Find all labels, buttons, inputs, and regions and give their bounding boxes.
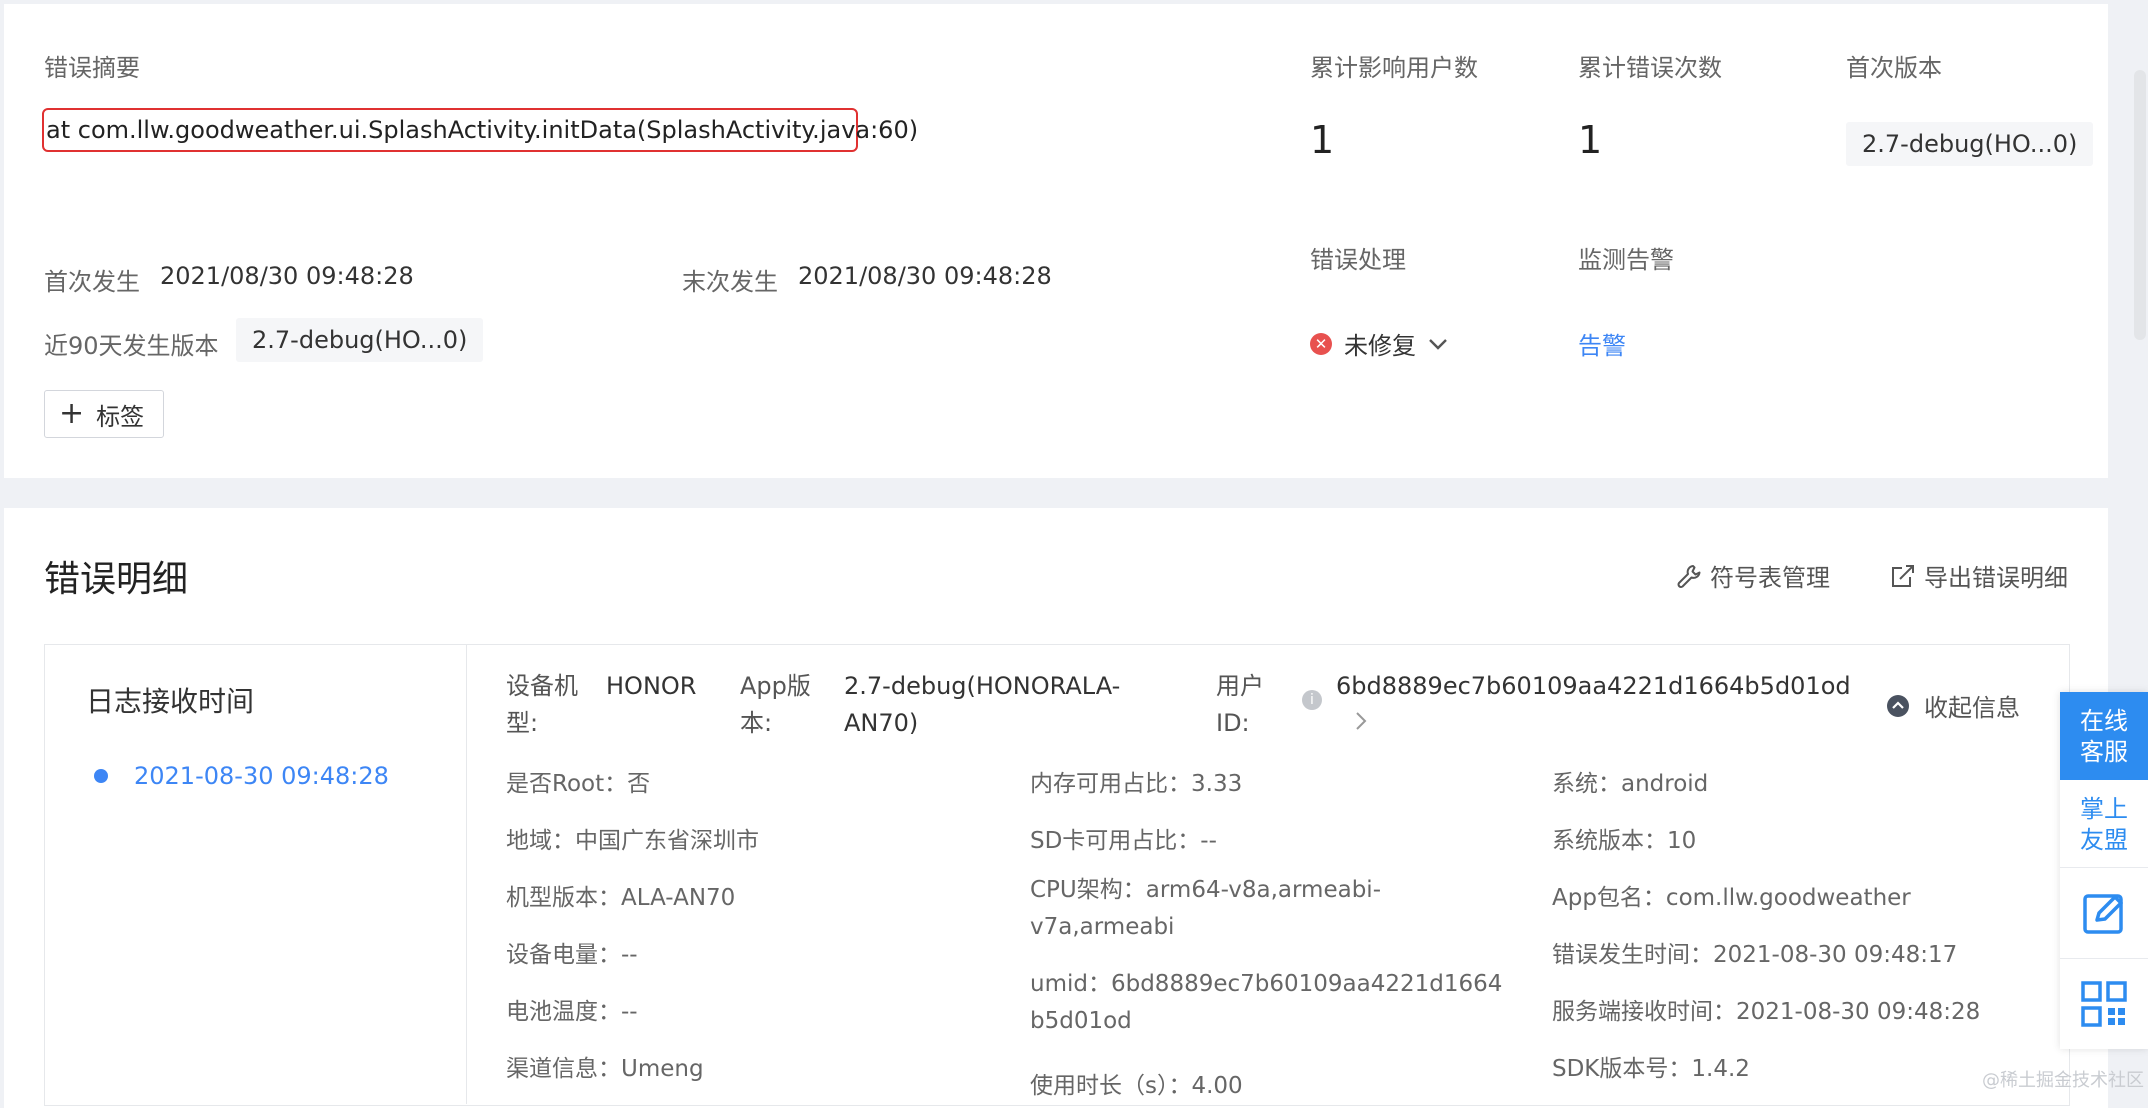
export-label: 导出错误明细 <box>1924 564 2068 592</box>
info-battery-temp: 电池温度：-- <box>506 999 638 1025</box>
last-occurrence-label: 末次发生 <box>682 268 778 296</box>
info-cpu-arch: CPU架构：arm64-v8a,armeabi-v7a,armeabi <box>1030 877 1381 940</box>
user-id-label: 用户ID: <box>1216 672 1264 737</box>
collapse-info-button[interactable]: 收起信息 <box>1886 688 2020 723</box>
plus-icon: + <box>59 396 85 431</box>
first-version-value: 2.7-debug(HO...0) <box>1846 122 2094 166</box>
info-usage-duration: 使用时长（s）：4.00 <box>1030 1073 1243 1099</box>
error-count-label: 累计错误次数 <box>1578 54 1722 82</box>
info-server-time: 服务端接收时间：2021-08-30 09:48:28 <box>1552 999 1981 1025</box>
export-icon <box>1892 564 1914 587</box>
first-occurrence-label: 首次发生 <box>44 268 140 296</box>
error-count-value: 1 <box>1578 118 1603 162</box>
floating-toolbar: 在线客服 掌上友盟 <box>2060 692 2148 1049</box>
add-tag-button[interactable]: + 标签 <box>44 390 164 438</box>
alert-link[interactable]: 告警 <box>1578 326 1626 361</box>
first-occurrence-value: 2021/08/30 09:48:28 <box>160 262 414 290</box>
error-summary-text[interactable]: at com.llw.goodweather.ui.SplashActivity… <box>42 108 918 152</box>
affected-users-value: 1 <box>1310 118 1335 162</box>
user-id-value: 6bd8889ec7b60109aa4221d1664b5d01od <box>1336 672 1851 700</box>
details-title: 错误明细 <box>44 559 189 600</box>
versions-value: 2.7-debug(HO...0) <box>236 318 484 362</box>
collapse-info-label: 收起信息 <box>1924 694 2020 722</box>
last-occurrence-value: 2021/08/30 09:48:28 <box>798 262 1052 290</box>
affected-users-label: 累计影响用户数 <box>1310 54 1478 82</box>
info-umid: umid：6bd8889ec7b60109aa4221d1664b5d01od <box>1030 971 1503 1034</box>
chevron-down-icon <box>1429 338 1447 350</box>
info-battery-level: 设备电量：-- <box>506 942 638 968</box>
alert-label: 监测告警 <box>1578 246 1674 274</box>
versions-label: 近90天发生版本 <box>44 332 219 360</box>
wrench-icon <box>1677 564 1701 588</box>
page-scrollbar-thumb[interactable] <box>2134 70 2146 340</box>
edit-icon <box>2083 894 2123 934</box>
panel-divider <box>466 644 467 1104</box>
handling-label: 错误处理 <box>1310 246 1406 274</box>
log-time-header: 日志接收时间 <box>86 685 255 718</box>
feedback-button[interactable] <box>2060 868 2148 959</box>
collapse-up-icon <box>1887 694 1909 717</box>
handling-status-dropdown[interactable]: ✕ 未修复 <box>1310 326 1448 361</box>
device-label: 设备机型: <box>506 672 578 737</box>
info-error-time: 错误发生时间：2021-08-30 09:48:17 <box>1552 942 1958 968</box>
palm-alliance-button[interactable]: 掌上友盟 <box>2060 780 2148 868</box>
symbol-table-button[interactable]: 符号表管理 <box>1676 558 1830 593</box>
info-memory: 内存可用占比：3.33 <box>1030 771 1243 797</box>
add-tag-label: 标签 <box>96 402 145 431</box>
unfixed-status-icon: ✕ <box>1310 332 1332 355</box>
qrcode-icon <box>2081 981 2127 1027</box>
info-icon[interactable]: i <box>1302 690 1322 710</box>
info-system-version: 系统版本：10 <box>1552 828 1697 854</box>
export-button[interactable]: 导出错误明细 <box>1890 558 2068 593</box>
info-sdk-version: SDK版本号：1.4.2 <box>1552 1056 1750 1082</box>
first-version-label: 首次版本 <box>1846 54 1942 82</box>
info-system: 系统：android <box>1552 771 1709 797</box>
log-time-value: 2021-08-30 09:48:28 <box>134 762 389 790</box>
online-service-button[interactable]: 在线客服 <box>2060 692 2148 780</box>
device-value: HONOR <box>606 672 697 700</box>
log-time-entry[interactable]: 2021-08-30 09:48:28 <box>94 762 389 790</box>
info-root: 是否Root：否 <box>506 771 651 797</box>
summary-title: 错误摘要 <box>44 54 140 82</box>
info-region: 地域：中国广东省深圳市 <box>506 828 759 854</box>
qrcode-button[interactable] <box>2060 959 2148 1049</box>
info-channel: 渠道信息：Umeng <box>506 1056 704 1082</box>
app-version-label: App版本: <box>740 672 811 737</box>
app-version-value: 2.7-debug(HONORALA-AN70) <box>844 672 1121 737</box>
info-model-version: 机型版本：ALA-AN70 <box>506 885 736 911</box>
summary-card <box>4 4 2108 478</box>
symbol-table-label: 符号表管理 <box>1710 564 1830 592</box>
info-package-name: App包名：com.llw.goodweather <box>1552 885 1911 911</box>
info-sd-card: SD卡可用占比：-- <box>1030 828 1217 854</box>
chevron-right-icon[interactable] <box>1354 710 1368 732</box>
selected-dot-icon <box>94 769 108 783</box>
handling-status-value: 未修复 <box>1344 332 1416 360</box>
watermark-text: @稀土掘金技术社区 <box>1982 1070 2144 1091</box>
